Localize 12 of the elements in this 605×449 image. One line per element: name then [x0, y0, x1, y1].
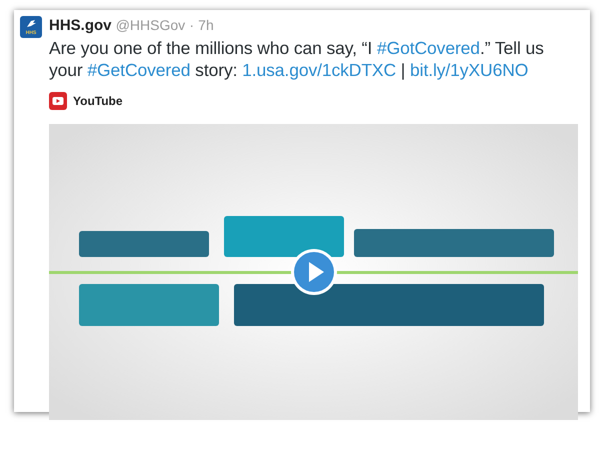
url-link[interactable]: bit.ly/1yXU6NO	[410, 60, 528, 80]
separator-dot: ·	[189, 17, 194, 33]
play-button[interactable]	[290, 248, 338, 296]
url-link[interactable]: 1.usa.gov/1ckDTXC	[242, 60, 396, 80]
timestamp[interactable]: 7h	[198, 17, 214, 33]
hashtag-link[interactable]: #GotCovered	[376, 38, 480, 58]
hashtag-link[interactable]: #GetCovered	[87, 60, 190, 80]
play-icon	[49, 92, 67, 110]
account-name[interactable]: HHS.gov	[49, 17, 112, 34]
source-label[interactable]: YouTube	[73, 94, 123, 108]
account-handle[interactable]: @HHSGov	[116, 17, 186, 33]
tweet-text: Are you one of the millions who can say, “I #GotCovered.” Tell us your #GetCovered story: 1.usa.gov/1ckDTXC | bit.ly/1yXU6NO	[49, 37, 545, 81]
